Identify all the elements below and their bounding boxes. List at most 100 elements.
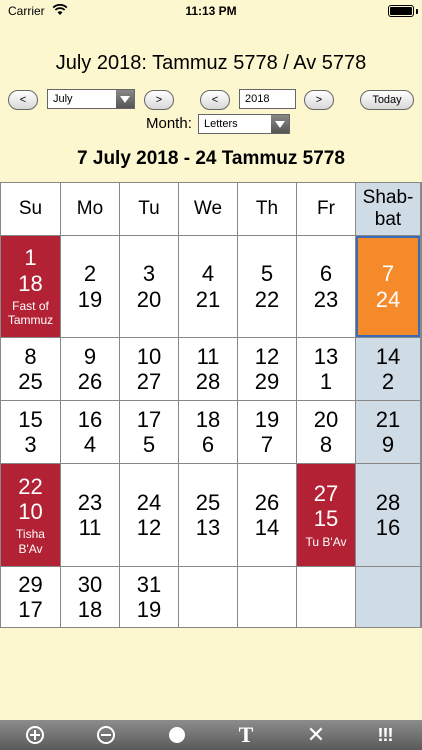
weekday-header: Fr bbox=[297, 183, 356, 236]
calendar-day[interactable]: 26 14 bbox=[238, 464, 297, 567]
calendar-day[interactable]: 15 3 bbox=[1, 401, 61, 464]
calendar-day[interactable]: 28 16 bbox=[356, 464, 421, 567]
gregorian-day: 11 bbox=[196, 343, 220, 369]
calendar-day[interactable]: 31 19 bbox=[120, 567, 179, 628]
gregorian-day: 30 bbox=[77, 571, 103, 597]
gregorian-day: 3 bbox=[142, 261, 156, 287]
calendar-day[interactable]: 30 18 bbox=[61, 567, 120, 628]
calendar-day[interactable]: 3 20 bbox=[120, 236, 179, 338]
calendar-day[interactable]: 6 23 bbox=[297, 236, 356, 338]
hebrew-day: 23 bbox=[313, 286, 339, 312]
gregorian-day: 26 bbox=[254, 489, 280, 515]
hebrew-day: 12 bbox=[136, 515, 162, 540]
holiday-label: Tu B'Av bbox=[306, 535, 347, 549]
calendar-day[interactable]: 1 18 Fast of Tammuz bbox=[1, 236, 61, 338]
month-select-value: July bbox=[53, 93, 73, 105]
prev-year-button[interactable]: < bbox=[200, 90, 230, 110]
text-glyph: T bbox=[238, 722, 254, 747]
calendar-day[interactable]: 22 10 Tisha B'Av bbox=[1, 464, 61, 567]
hebrew-day: 26 bbox=[77, 369, 103, 394]
hebrew-day: 24 bbox=[375, 286, 401, 312]
close-glyph: ✕ bbox=[306, 722, 326, 747]
calendar-day[interactable]: 4 21 bbox=[179, 236, 238, 338]
gregorian-day: 13 bbox=[313, 343, 339, 369]
hebrew-day: 16 bbox=[375, 515, 401, 540]
text-icon[interactable]: T bbox=[235, 722, 257, 747]
calendar-day[interactable]: 7 24 bbox=[356, 236, 421, 338]
page-title: July 2018: Tammuz 5778 / Av 5778 bbox=[55, 52, 367, 74]
calendar-day[interactable]: 17 5 bbox=[120, 401, 179, 464]
gregorian-day: 15 bbox=[18, 406, 43, 432]
gregorian-day: 14 bbox=[375, 343, 401, 369]
month-mode-value: Letters bbox=[204, 118, 238, 130]
hebrew-day: 2 bbox=[381, 369, 395, 394]
weekday-header-shabbat: Shab-bat bbox=[356, 183, 421, 236]
calendar-day[interactable]: 23 11 bbox=[61, 464, 120, 567]
dot-icon[interactable] bbox=[166, 724, 188, 746]
hebrew-day: 7 bbox=[260, 432, 274, 457]
gregorian-day: 28 bbox=[375, 489, 401, 515]
holiday-label-line: B'Av bbox=[18, 541, 43, 556]
holiday-label-line: Tammuz bbox=[7, 313, 54, 328]
today-button[interactable]: Today bbox=[360, 90, 414, 110]
calendar-day[interactable]: 11 28 bbox=[179, 338, 238, 401]
gregorian-day: 19 bbox=[254, 406, 280, 432]
calendar-day[interactable]: 219 bbox=[61, 236, 120, 338]
calendar-day[interactable]: 8 25 bbox=[1, 338, 61, 401]
calendar-day[interactable]: 27 15 Tu B'Av bbox=[297, 464, 356, 567]
weekday-header: We bbox=[179, 183, 238, 236]
calendar-day[interactable]: 25 13 bbox=[179, 464, 238, 567]
calendar-day[interactable]: 19 7 bbox=[238, 401, 297, 464]
weekday-header: Su bbox=[1, 183, 61, 236]
calendar-day[interactable]: 5 22 bbox=[238, 236, 297, 338]
next-month-button[interactable]: > bbox=[144, 90, 174, 110]
alert-icon[interactable]: !!! bbox=[374, 724, 396, 746]
gregorian-day: 8 bbox=[24, 343, 37, 369]
hebrew-day: 5 bbox=[142, 432, 156, 457]
calendar-day[interactable]: 24 12 bbox=[120, 464, 179, 567]
close-icon[interactable]: ✕ bbox=[305, 722, 327, 747]
weekday-header: Tu bbox=[120, 183, 179, 236]
gregorian-day: 31 bbox=[136, 571, 162, 597]
calendar-day[interactable]: 10 27 bbox=[120, 338, 179, 401]
gregorian-day: 9 bbox=[83, 343, 97, 369]
hebrew-day: 8 bbox=[319, 432, 333, 457]
month-mode-label: Month: bbox=[146, 115, 192, 132]
next-year-button[interactable]: > bbox=[304, 90, 334, 110]
calendar-day[interactable]: 29 17 bbox=[1, 567, 61, 628]
calendar-day bbox=[238, 567, 297, 628]
alert-glyph: !!! bbox=[377, 724, 394, 745]
selected-date-heading: 7 July 2018 - 24 Tammuz 5778 bbox=[77, 148, 345, 169]
year-input[interactable]: 2018 bbox=[239, 89, 296, 109]
hebrew-day: 25 bbox=[18, 369, 43, 394]
gregorian-day: 6 bbox=[319, 261, 333, 287]
month-mode-select[interactable]: Letters bbox=[198, 114, 290, 134]
month-select[interactable]: July bbox=[47, 89, 135, 109]
gregorian-day: 4 bbox=[201, 261, 215, 287]
calendar-day[interactable]: 13 1 bbox=[297, 338, 356, 401]
hebrew-day: 9 bbox=[381, 432, 395, 457]
gregorian-day: 17 bbox=[136, 406, 162, 432]
gregorian-day: 2 bbox=[83, 261, 97, 287]
prev-month-button[interactable]: < bbox=[8, 90, 38, 110]
calendar-day[interactable]: 9 26 bbox=[61, 338, 120, 401]
calendar-day[interactable]: 20 8 bbox=[297, 401, 356, 464]
hebrew-day: 28 bbox=[195, 369, 221, 394]
calendar-day[interactable]: 219 bbox=[356, 401, 421, 464]
calendar-day[interactable]: 18 6 bbox=[179, 401, 238, 464]
calendar-day[interactable]: 14 2 bbox=[356, 338, 421, 401]
gregorian-day: 22 bbox=[18, 473, 43, 499]
hebrew-day: 10 bbox=[18, 499, 43, 525]
gregorian-day: 29 bbox=[18, 571, 43, 597]
gregorian-day: 7 bbox=[381, 261, 395, 287]
add-icon[interactable] bbox=[24, 724, 46, 746]
calendar-day[interactable]: 12 29 bbox=[238, 338, 297, 401]
status-bar: Carrier 11:13 PM bbox=[0, 0, 422, 22]
hebrew-day: 18 bbox=[18, 270, 43, 296]
weekday-header: Th bbox=[238, 183, 297, 236]
gregorian-day: 18 bbox=[195, 406, 221, 432]
calendar-day[interactable]: 16 4 bbox=[61, 401, 120, 464]
remove-icon[interactable] bbox=[95, 724, 117, 746]
holiday-label-line: Tu B'Av bbox=[305, 534, 347, 549]
gregorian-day: 24 bbox=[136, 489, 162, 515]
